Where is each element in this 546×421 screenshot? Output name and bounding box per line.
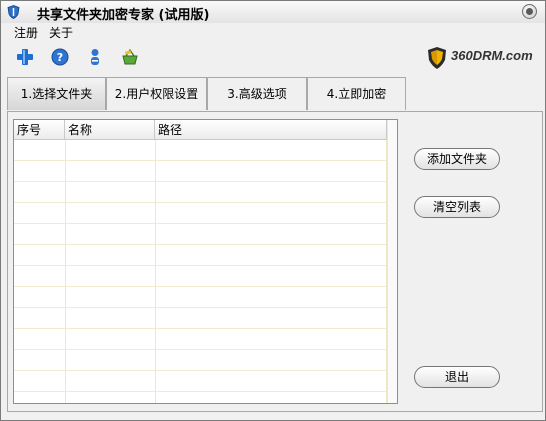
tab-advanced-options[interactable]: 3.高级选项 [207, 77, 307, 110]
table-row[interactable] [14, 203, 387, 224]
table-row[interactable] [14, 350, 387, 371]
help-icon[interactable]: ? [51, 48, 69, 66]
close-button[interactable] [522, 4, 537, 19]
shield-logo-icon [428, 47, 446, 69]
brand-logo: 360DRM.com [427, 46, 537, 70]
column-divider [65, 140, 66, 403]
exit-button[interactable]: 退出 [414, 366, 500, 388]
basket-icon[interactable] [121, 48, 139, 66]
svg-text:?: ? [57, 51, 63, 64]
table-row[interactable] [14, 161, 387, 182]
menu-bar: 注册 关于 [1, 23, 545, 41]
menu-register[interactable]: 注册 [14, 24, 38, 41]
table-row[interactable] [14, 308, 387, 329]
column-header-name[interactable]: 名称 [65, 120, 155, 140]
tab-select-folder[interactable]: 1.选择文件夹 [7, 77, 106, 110]
table-row[interactable] [14, 182, 387, 203]
title-bar: 共享文件夹加密专家 (试用版) [1, 1, 545, 23]
main-window: 共享文件夹加密专家 (试用版) 注册 关于 ? 360DRM.com 1.选择文… [0, 0, 546, 421]
user-icon[interactable] [86, 48, 104, 66]
table-row[interactable] [14, 245, 387, 266]
table-row[interactable] [14, 287, 387, 308]
table-scroll-area[interactable] [387, 120, 397, 403]
shield-icon [7, 5, 20, 19]
column-divider [155, 140, 156, 403]
column-header-index[interactable]: 序号 [14, 120, 65, 140]
tab-encrypt-now[interactable]: 4.立即加密 [307, 77, 406, 110]
table-row[interactable] [14, 224, 387, 245]
menu-about[interactable]: 关于 [49, 24, 73, 41]
table-row[interactable] [14, 392, 387, 403]
table-row[interactable] [14, 266, 387, 287]
clear-list-button[interactable]: 清空列表 [414, 196, 500, 218]
plus-icon[interactable] [16, 48, 34, 66]
logo-text: 360DRM.com [451, 48, 533, 63]
table-row[interactable] [14, 329, 387, 350]
table-row[interactable] [14, 140, 387, 161]
column-header-path[interactable]: 路径 [155, 120, 387, 140]
folder-table[interactable]: 序号 名称 路径 [13, 119, 398, 404]
add-folder-button[interactable]: 添加文件夹 [414, 148, 500, 170]
table-row[interactable] [14, 371, 387, 392]
window-title: 共享文件夹加密专家 (试用版) [37, 8, 210, 23]
tab-user-permissions[interactable]: 2.用户权限设置 [106, 77, 207, 110]
